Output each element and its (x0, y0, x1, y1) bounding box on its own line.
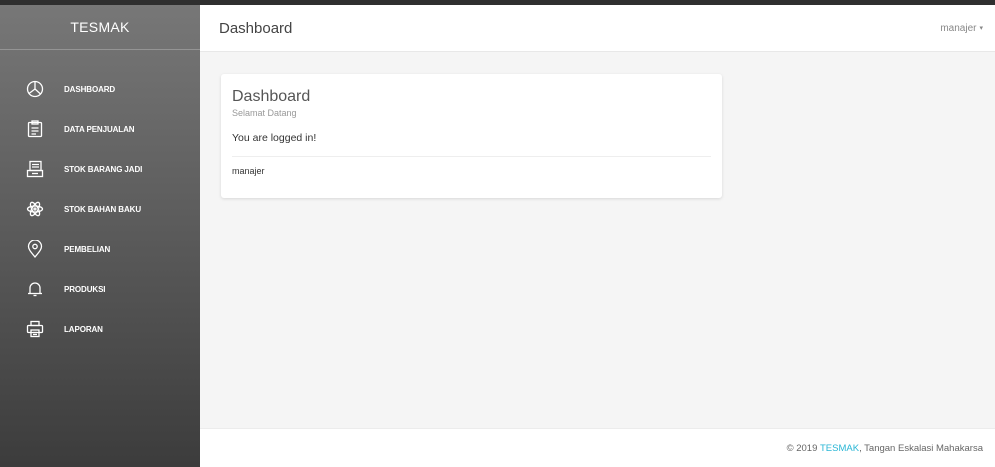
card-title: Dashboard (232, 88, 311, 105)
sidebar-item-data-penjualan[interactable]: DATA PENJUALAN (0, 109, 200, 149)
sidebar: TESMAK DASHBOARD DATA PENJUALAN STOK BAR… (0, 5, 200, 467)
sidebar-item-label: DATA PENJUALAN (64, 124, 135, 134)
sidebar-item-laporan[interactable]: LAPORAN (0, 309, 200, 349)
main-content: Dashboard Selamat Datang You are logged … (200, 52, 995, 428)
user-menu-dropdown[interactable]: manajer ▾ (940, 23, 983, 34)
sidebar-item-stok-barang-jadi[interactable]: STOK BARANG JADI (0, 149, 200, 189)
login-message: You are logged in! (232, 132, 711, 157)
archive-icon (26, 160, 44, 178)
sidebar-item-pembelian[interactable]: PEMBELIAN (0, 229, 200, 269)
map-pin-icon (26, 240, 44, 258)
page-title: Dashboard (219, 19, 293, 37)
card-footer-user: manajer (232, 166, 265, 176)
user-name: manajer (940, 22, 977, 34)
printer-icon (26, 320, 44, 338)
sidebar-item-produksi[interactable]: PRODUKSI (0, 269, 200, 309)
sidebar-item-label: DASHBOARD (64, 84, 116, 94)
sidebar-item-label: PEMBELIAN (64, 244, 111, 254)
bell-icon (26, 280, 44, 298)
page-footer: © 2019 TESMAK , Tangan Eskalasi Mahakars… (200, 428, 995, 467)
company-name: , Tangan Eskalasi Mahakarsa (859, 442, 983, 454)
pie-chart-icon (26, 80, 44, 98)
top-navbar: Dashboard manajer ▾ (200, 5, 995, 52)
sidebar-item-dashboard[interactable]: DASHBOARD (0, 69, 200, 109)
copyright-text: © 2019 (786, 442, 820, 454)
clipboard-icon (26, 120, 44, 138)
sidebar-item-label: STOK BARANG JADI (64, 164, 143, 174)
sidebar-item-stok-bahan-baku[interactable]: STOK BAHAN BAKU (0, 189, 200, 229)
sidebar-item-label: PRODUKSI (64, 284, 106, 294)
footer-brand-link[interactable]: TESMAK (820, 443, 859, 454)
sidebar-item-label: LAPORAN (64, 324, 103, 334)
atom-icon (26, 200, 44, 218)
card-subtitle: Selamat Datang (232, 108, 297, 118)
sidebar-item-label: STOK BAHAN BAKU (64, 204, 142, 214)
dashboard-card: Dashboard Selamat Datang You are logged … (221, 74, 722, 198)
caret-down-icon: ▾ (979, 25, 983, 32)
sidebar-nav: DASHBOARD DATA PENJUALAN STOK BARANG JAD… (0, 69, 200, 349)
brand-logo[interactable]: TESMAK (0, 5, 200, 50)
